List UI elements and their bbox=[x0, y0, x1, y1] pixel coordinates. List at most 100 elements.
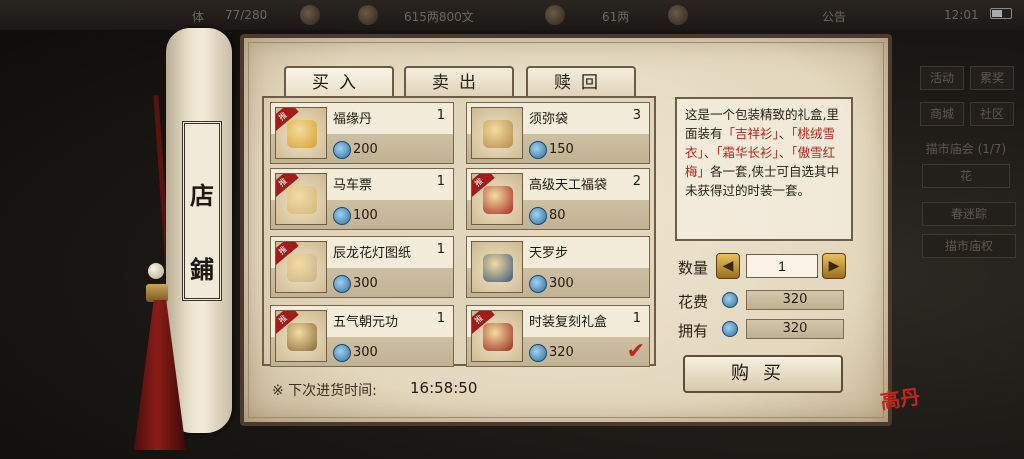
item-price: 150 bbox=[549, 142, 574, 157]
buy-button[interactable]: 购买 bbox=[683, 355, 843, 393]
description-sep-2: 、 bbox=[703, 145, 717, 160]
item-name: 福缘丹 bbox=[333, 112, 373, 127]
item-quantity: 1 bbox=[436, 311, 445, 326]
cost-label: 花费 bbox=[678, 293, 709, 311]
arrow-right-icon: ▶ bbox=[828, 258, 840, 274]
notice-button[interactable]: 公告 bbox=[822, 8, 846, 25]
item-art bbox=[287, 254, 317, 282]
item-name: 高级天工福袋 bbox=[529, 178, 608, 193]
item-price: 200 bbox=[353, 142, 378, 157]
battery-icon bbox=[990, 8, 1012, 19]
shop-title-plaque: 店 鋪 bbox=[182, 121, 222, 301]
currency-icon bbox=[333, 207, 351, 225]
sumeru-pouch-icon bbox=[471, 107, 523, 159]
item-quantity: 2 bbox=[632, 174, 641, 189]
description-sep-1: 、 bbox=[778, 126, 792, 141]
item-price: 80 bbox=[549, 208, 566, 223]
money-value: 615两800文 bbox=[404, 10, 474, 24]
shop-item-card[interactable]: 推福缘丹 1 200 bbox=[270, 102, 454, 164]
item-price: 300 bbox=[549, 276, 574, 291]
cost-value: 320 bbox=[746, 290, 844, 310]
tab-redeem[interactable]: 赎回 bbox=[526, 66, 636, 98]
shop-item-card[interactable]: 推马车票 1 100 bbox=[270, 168, 454, 230]
side-menu: 活动 累奖 商城 社区 描市庙会 (1/7) 花 春迷踪 描市庙权 bbox=[912, 56, 1024, 436]
currency-icon bbox=[333, 275, 351, 293]
selected-check-icon: ✔ bbox=[626, 339, 645, 364]
item-name: 马车票 bbox=[333, 178, 373, 193]
tab-sell[interactable]: 卖出 bbox=[404, 66, 514, 98]
side-menu-community[interactable]: 社区 bbox=[970, 102, 1014, 126]
arrow-left-icon: ◀ bbox=[722, 258, 734, 274]
quantity-decrease-button[interactable]: ◀ bbox=[716, 253, 740, 279]
item-art bbox=[483, 186, 513, 214]
quantity-increase-button[interactable]: ▶ bbox=[822, 253, 846, 279]
restock-label: ※ 下次进货时间: bbox=[272, 383, 377, 399]
currency-icon bbox=[333, 141, 351, 159]
item-price: 320 bbox=[549, 345, 574, 360]
martial-manual-icon: 推 bbox=[275, 310, 327, 362]
silver-ingot-icon bbox=[545, 5, 565, 25]
quick-button-1[interactable]: 春迷踪 bbox=[922, 202, 1016, 226]
shop-item-card[interactable]: 推高级天工福袋 2 80 bbox=[466, 168, 650, 230]
market-label: 描市庙会 (1/7) bbox=[925, 142, 1007, 156]
owned-value: 320 bbox=[746, 319, 844, 339]
item-price: 100 bbox=[353, 208, 378, 223]
quick-button-2[interactable]: 描市庙权 bbox=[922, 234, 1016, 258]
restock-timer: 16:58:50 bbox=[410, 379, 478, 397]
item-art bbox=[483, 254, 513, 282]
item-name: 时装复刻礼盒 bbox=[529, 315, 608, 330]
game-logo-stamp: 高丹 bbox=[878, 384, 922, 414]
description-outfit-1: 「吉祥衫」 bbox=[722, 126, 779, 141]
coin-purse-icon bbox=[358, 5, 378, 25]
quantity-label: 数量 bbox=[678, 259, 709, 277]
side-menu-store[interactable]: 商城 bbox=[920, 102, 964, 126]
tassel-bead bbox=[148, 263, 164, 279]
skill-book-icon bbox=[471, 241, 523, 293]
item-art bbox=[483, 120, 513, 148]
item-name: 辰龙花灯图纸 bbox=[333, 246, 412, 261]
status-bar: 体 77/280 615两800文 61两 公告 12:01 bbox=[0, 0, 1024, 30]
shop-title-char-2: 鋪 bbox=[190, 255, 214, 284]
side-menu-activity[interactable]: 活动 bbox=[920, 66, 964, 90]
item-name: 须弥袋 bbox=[529, 112, 569, 127]
shop-item-card[interactable]: 推时装复刻礼盒 1 320 ✔ bbox=[466, 305, 650, 367]
item-quantity: 1 bbox=[436, 174, 445, 189]
carriage-ticket-icon: 推 bbox=[275, 173, 327, 225]
side-menu-rewards[interactable]: 累奖 bbox=[970, 66, 1014, 90]
item-quantity: 3 bbox=[632, 108, 641, 123]
item-name: 天罗步 bbox=[529, 246, 569, 261]
tassel-cap bbox=[146, 284, 168, 302]
description-outfit-3: 「霜华长衫」 bbox=[716, 145, 779, 160]
currency-icon bbox=[529, 344, 547, 362]
stamina-label: 体 bbox=[192, 10, 205, 24]
item-name: 五气朝元功 bbox=[333, 315, 399, 330]
item-art bbox=[287, 323, 317, 351]
description-sep-3: 、 bbox=[778, 145, 792, 160]
item-price: 300 bbox=[353, 345, 378, 360]
currency-icon bbox=[529, 207, 547, 225]
shop-item-card[interactable]: 须弥袋 3 150 bbox=[466, 102, 650, 164]
currency-icon bbox=[722, 292, 738, 308]
shop-item-card[interactable]: 推辰龙花灯图纸 1 300 bbox=[270, 236, 454, 298]
clock: 12:01 bbox=[944, 8, 979, 22]
silver-add-icon[interactable] bbox=[668, 5, 688, 25]
stamina-add-icon[interactable] bbox=[300, 5, 320, 25]
item-quantity: 1 bbox=[436, 108, 445, 123]
currency-icon bbox=[722, 321, 738, 337]
owned-label: 拥有 bbox=[678, 322, 709, 340]
lantern-blueprint-icon: 推 bbox=[275, 241, 327, 293]
item-quantity: 1 bbox=[436, 242, 445, 257]
item-price: 300 bbox=[353, 276, 378, 291]
tab-buy[interactable]: 买入 bbox=[284, 66, 394, 98]
market-sub-label[interactable]: 花 bbox=[922, 164, 1010, 188]
shop-item-card[interactable]: 推五气朝元功 1 300 bbox=[270, 305, 454, 367]
currency-icon bbox=[529, 275, 547, 293]
shop-title-char-1: 店 bbox=[190, 181, 214, 210]
stamina-value: 77/280 bbox=[225, 8, 268, 22]
silver-value: 61两 bbox=[602, 10, 630, 24]
gift-box-icon: 推 bbox=[471, 310, 523, 362]
currency-icon bbox=[529, 141, 547, 159]
shop-item-card[interactable]: 天罗步 300 bbox=[466, 236, 650, 298]
quantity-input[interactable]: 1 bbox=[746, 254, 818, 278]
item-art bbox=[287, 120, 317, 148]
